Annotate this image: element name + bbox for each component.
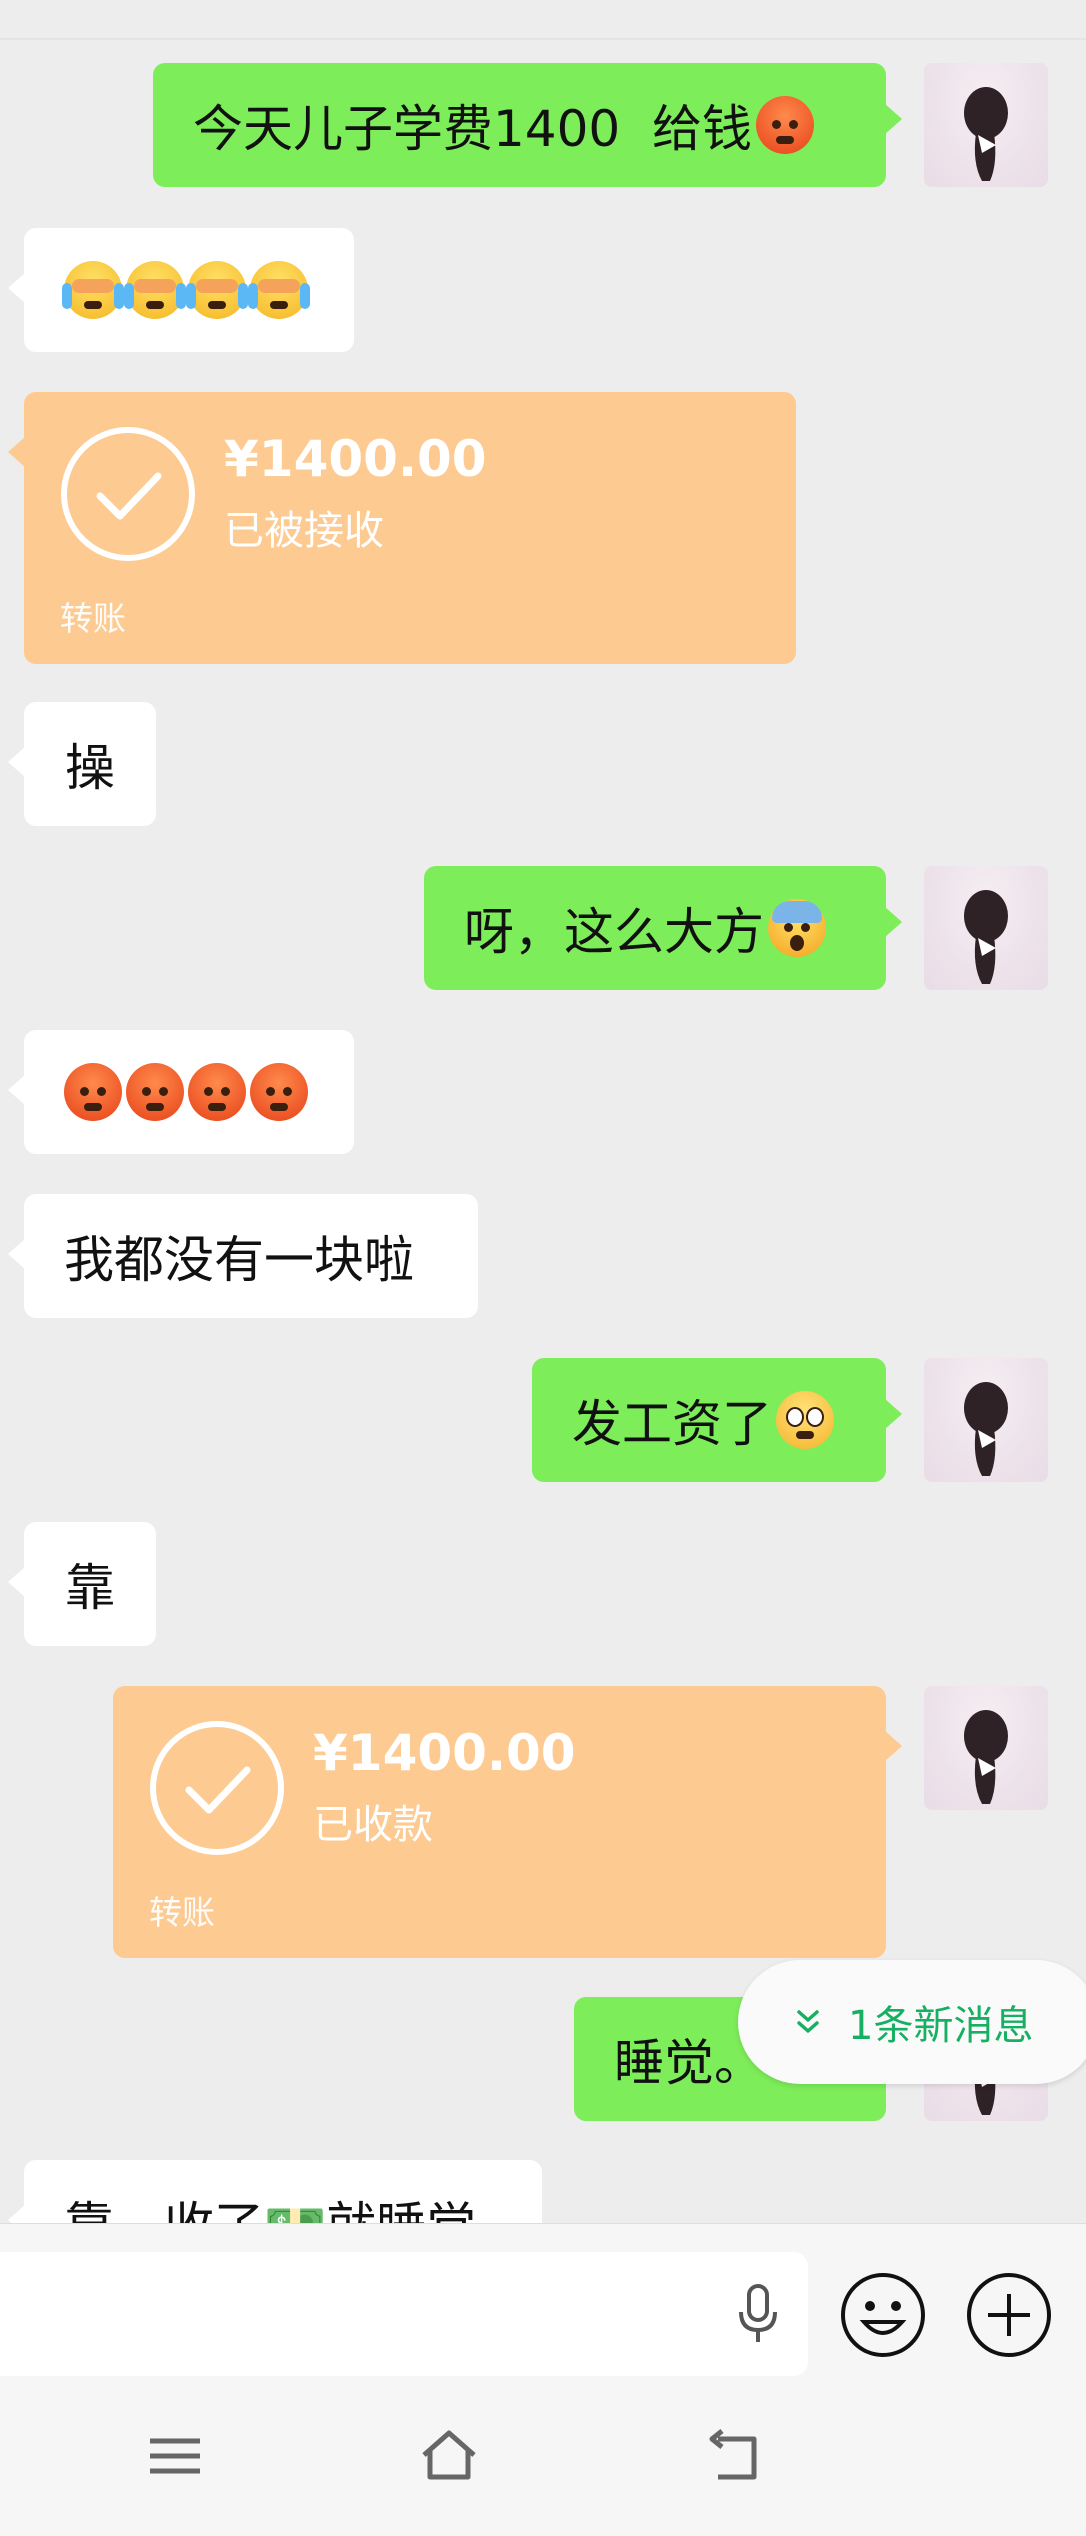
new-message-pill[interactable]: 1条新消息 (738, 1960, 1086, 2084)
transfer-card-sent[interactable]: ¥1400.00 已收款 转账 (113, 1686, 902, 1958)
transfer-label: 转账 (60, 599, 126, 638)
transfer-amount: ¥1400.00 (313, 1724, 576, 1782)
system-navigation-bar (0, 2379, 1086, 2536)
check-circle-icon (150, 1721, 284, 1855)
angry-emoji-icon (188, 1063, 246, 1121)
message-bubble-received[interactable]: 靠，收了💵就睡觉 (8, 2160, 542, 2223)
message-text: 呀，这么大方 (464, 903, 764, 961)
menu-icon[interactable] (144, 2425, 206, 2487)
avatar[interactable] (924, 866, 1048, 990)
home-icon[interactable] (418, 2425, 480, 2487)
crying-emoji-icon (248, 261, 310, 319)
transfer-status: 已被接收 (224, 508, 384, 554)
message-bubble-sent[interactable]: 今天儿子学费1400 给钱 (153, 63, 902, 187)
transfer-amount: ¥1400.00 (224, 430, 487, 488)
mic-icon[interactable] (738, 2282, 778, 2346)
message-input[interactable] (0, 2252, 808, 2376)
message-bubble-received[interactable]: 操 (8, 702, 156, 826)
check-circle-icon (61, 427, 195, 561)
message-text: 今天儿子学费1400 给钱 (193, 100, 753, 158)
message-text: 发工资了 (572, 1395, 772, 1453)
crying-emoji-icon (186, 261, 248, 319)
chat-area[interactable]: 今天儿子学费1400 给钱 ¥1400.00 已被接收 转账 操 呀，这么大方 (0, 0, 1086, 2223)
angry-emoji-icon (64, 1063, 122, 1121)
back-icon[interactable] (704, 2425, 766, 2487)
angry-emoji-icon (250, 1063, 308, 1121)
divider (0, 38, 1086, 40)
plus-icon[interactable] (966, 2272, 1052, 2358)
angry-emoji-icon (756, 96, 815, 154)
message-text: 靠，收了💵就睡觉 (64, 2186, 476, 2223)
angry-emoji-icon (126, 1063, 184, 1121)
message-text: 操 (65, 739, 115, 797)
transfer-status: 已收款 (313, 1802, 433, 1848)
message-bubble-sent[interactable]: 发工资了 (532, 1358, 902, 1482)
message-bubble-received[interactable] (8, 228, 354, 352)
new-message-text: 1条新消息 (848, 2003, 1034, 2049)
avatar[interactable] (924, 63, 1048, 187)
message-text: 我都没有一块啦 (64, 1231, 414, 1289)
screaming-emoji-icon (768, 899, 826, 957)
transfer-card-received[interactable]: ¥1400.00 已被接收 转账 (8, 392, 796, 664)
avatar[interactable] (924, 1358, 1048, 1482)
message-bubble-received[interactable]: 我都没有一块啦 (8, 1194, 478, 1318)
input-bar (0, 2223, 1086, 2380)
transfer-label: 转账 (149, 1893, 215, 1932)
surprised-emoji-icon (776, 1391, 834, 1449)
avatar[interactable] (924, 1686, 1048, 1810)
emoji-icon[interactable] (840, 2272, 926, 2358)
crying-emoji-icon (124, 261, 186, 319)
crying-emoji-icon (62, 261, 124, 319)
message-bubble-received[interactable] (8, 1030, 354, 1154)
double-chevron-down-icon (797, 2010, 819, 2033)
message-bubble-sent[interactable]: 呀，这么大方 (424, 866, 902, 990)
message-text: 靠 (65, 1559, 115, 1617)
message-bubble-received[interactable]: 靠 (8, 1522, 156, 1646)
